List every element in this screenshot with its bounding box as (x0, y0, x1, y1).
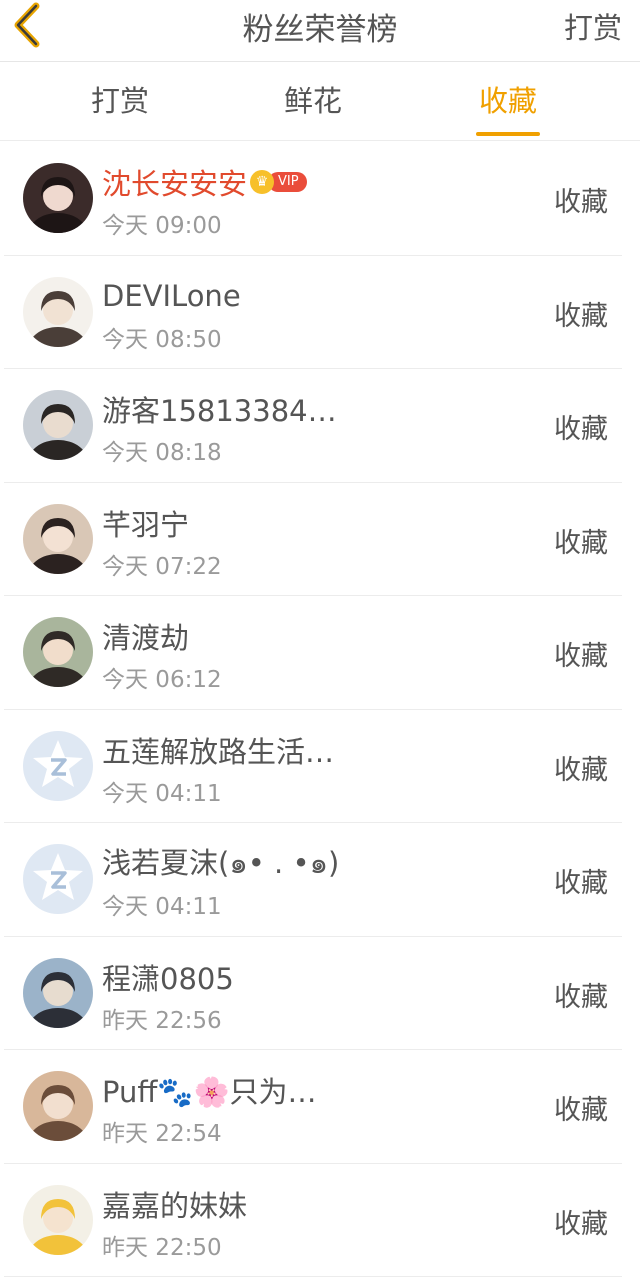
action-label: 收藏 (554, 641, 608, 672)
fan-name[interactable]: 浅若夏沫(๑• . •๑) (102, 840, 339, 886)
fan-name[interactable]: 嘉嘉的妹妹 (102, 1183, 247, 1225)
fan-row[interactable]: 芊羽宁今天 07:22 收藏 (4, 483, 622, 596)
timestamp: 昨天 22:50 (102, 1234, 222, 1261)
fan-name[interactable]: 五莲解放路生活… (102, 729, 334, 771)
fan-row[interactable]: DEVILone 今天 08:50 收藏 (4, 256, 622, 369)
name-line: DEVILone (102, 276, 241, 316)
timestamp: 今天 06:12 (102, 667, 222, 693)
top-nav-bar: 粉丝荣誉榜 打赏 (0, 0, 640, 62)
name-line: 嘉嘉的妹妹 (102, 1184, 247, 1224)
timestamp: 昨天 22:54 (102, 1121, 222, 1147)
avatar[interactable] (23, 957, 93, 1028)
avatar[interactable] (23, 844, 93, 914)
action-label: 收藏 (554, 754, 608, 786)
fan-row[interactable]: 五莲解放路生活… 今天 04:11 收藏 (4, 710, 622, 823)
name-line: Puff🐾🌸只为… (102, 1070, 317, 1110)
avatar[interactable] (23, 617, 93, 687)
fan-name[interactable]: Puff🐾🌸只为… (102, 1069, 317, 1111)
avatar[interactable] (23, 163, 93, 233)
avatar[interactable] (23, 503, 93, 574)
crown-icon: ♛ (250, 170, 275, 194)
timestamp: 今天 08:50 (102, 326, 222, 353)
fan-name[interactable]: 清渡劫 (102, 615, 189, 657)
action-label: 收藏 (554, 1208, 608, 1240)
timestamp: 今天 09:00 (102, 213, 222, 239)
action-label: 收藏 (554, 868, 608, 899)
tab-underline (281, 132, 345, 136)
fan-list: 沈长安安安 ♛ VIP 今天 09:00 收藏 DEVILone 今天 08:50 收藏 游客1… (0, 142, 640, 1277)
action-label: 收藏 (554, 187, 608, 218)
action-label: 收藏 (554, 414, 608, 445)
tab-underline (476, 132, 540, 136)
vip-badge: ♛ VIP (250, 169, 307, 195)
fan-row[interactable]: 沈长安安安 ♛ VIP 今天 09:00 收藏 (4, 142, 622, 256)
fan-name[interactable]: 游客15813384… (102, 388, 337, 430)
fan-row[interactable]: 清渡劫今天 06:12 收藏 (4, 596, 622, 710)
back-button[interactable] (0, 0, 56, 50)
action-label: 收藏 (554, 527, 608, 559)
tab-label: 收藏 (478, 84, 537, 118)
name-line: 游客15813384… (102, 389, 337, 429)
timestamp: 今天 07:22 (102, 553, 222, 580)
action-label: 收藏 (554, 981, 608, 1013)
name-line: 沈长安安安 ♛ VIP (102, 162, 307, 202)
tab-reward[interactable]: 打赏 (60, 63, 180, 141)
avatar[interactable] (23, 276, 93, 347)
action-label: 收藏 (554, 1095, 608, 1126)
fan-name[interactable]: 芊羽宁 (102, 502, 189, 544)
fan-row[interactable]: Puff🐾🌸只为… 昨天 22:54 收藏 (4, 1050, 622, 1164)
tab-label: 鲜花 (283, 84, 342, 118)
name-line: 清渡劫 (102, 616, 189, 656)
avatar[interactable] (23, 390, 93, 460)
name-line: 五莲解放路生活… (102, 730, 334, 770)
fan-row[interactable]: 浅若夏沫(๑• . •๑) 今天 04:11 收藏 (4, 823, 622, 937)
tab-bar: 打赏 鲜花 收藏 (0, 63, 640, 141)
timestamp: 今天 04:11 (102, 894, 222, 920)
fan-name[interactable]: 沈长安安安 (102, 161, 247, 203)
timestamp: 今天 08:18 (102, 440, 222, 466)
page-title: 粉丝荣誉榜 (242, 12, 398, 48)
fan-row[interactable]: 游客15813384… 今天 08:18 收藏 (4, 369, 622, 483)
tab-label: 打赏 (90, 84, 149, 118)
tab-underline (88, 132, 152, 136)
name-line: 程潇0805 (102, 957, 234, 997)
fan-name[interactable]: 程潇0805 (102, 956, 234, 998)
fan-row[interactable]: 程潇0805 昨天 22:56 收藏 (4, 937, 622, 1050)
fan-name[interactable]: DEVILone (102, 279, 241, 313)
name-line: 芊羽宁 (102, 503, 189, 543)
avatar[interactable] (23, 1071, 93, 1141)
tab-favorites[interactable]: 收藏 (448, 63, 568, 141)
action-label: 收藏 (554, 300, 608, 332)
tab-flowers[interactable]: 鲜花 (253, 63, 373, 141)
avatar[interactable] (23, 730, 93, 801)
chevron-left-icon (14, 2, 40, 48)
timestamp: 昨天 22:56 (102, 1007, 222, 1034)
fan-row[interactable]: 嘉嘉的妹妹昨天 22:50 收藏 (4, 1164, 622, 1277)
timestamp: 今天 04:11 (102, 780, 222, 807)
name-line: 浅若夏沫(๑• . •๑) (102, 843, 339, 883)
reward-button[interactable]: 打赏 (564, 5, 622, 47)
avatar[interactable] (23, 1184, 93, 1255)
